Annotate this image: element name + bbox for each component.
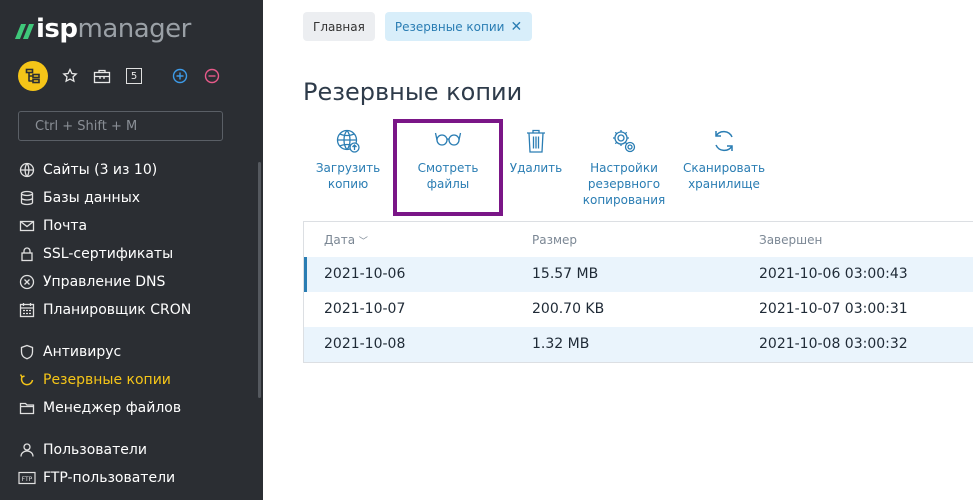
logo[interactable]: isp manager [14,14,192,44]
folder-icon [18,399,36,417]
backup-icon [18,371,36,389]
sidebar-item-backups[interactable]: Резервные копии [18,366,171,394]
menu-tree-button[interactable] [18,61,48,91]
table-header: Дата ﹀ Размер Завершен [304,222,973,256]
action-label-line2: хранилище [688,177,760,191]
cell-finished: 2021-10-06 03:00:43 [759,266,908,282]
delete-button[interactable]: Удалить [506,128,566,176]
sidebar-toolbar: 5 [18,61,222,91]
sidebar-item-label: FTP-пользователи [43,470,176,486]
ftp-icon: FTP [18,469,36,487]
column-header-label: Завершен [759,233,823,247]
sidebar-item-sites[interactable]: Сайты (3 из 10) [18,156,157,184]
action-label-line1: Смотреть [417,161,479,175]
sidebar-item-label: Планировщик CRON [43,302,192,318]
table-row[interactable]: 2021-10-07 200.70 KB 2021-10-07 03:00:31 [304,292,973,327]
cell-size: 200.70 KB [532,301,605,317]
cell-date: 2021-10-08 [324,336,406,352]
settings-icon [579,128,669,156]
breadcrumb-label: Резервные копии [394,19,505,34]
breadcrumb-label: Главная [313,19,365,34]
sidebar-item-cron[interactable]: Планировщик CRON [18,296,191,324]
action-label-line2: файлы [426,177,470,191]
upload-globe-icon [303,128,393,156]
shield-icon [18,343,36,361]
close-icon[interactable]: ✕ [510,20,522,34]
remove-circle-icon[interactable] [202,66,222,86]
scan-storage-button[interactable]: Сканировать хранилище [679,128,769,192]
menu-search-input[interactable] [18,111,223,141]
refresh-icon [679,128,769,156]
svg-text:FTP: FTP [22,476,33,483]
sidebar-item-label: Управление DNS [43,274,166,290]
cell-size: 15.57 MB [532,266,599,282]
sidebar-item-users[interactable]: Пользователи [18,436,147,464]
column-header-date[interactable]: Дата ﹀ [324,233,368,247]
counter-badge-icon[interactable]: 5 [124,66,144,86]
view-files-button[interactable]: Смотреть файлы [403,128,493,192]
sidebar-item-mail[interactable]: Почта [18,212,87,240]
sidebar-item-antivirus[interactable]: Антивирус [18,338,121,366]
cell-size: 1.32 MB [532,336,590,352]
tree-icon [25,68,40,84]
sidebar-item-label: SSL-сертификаты [43,246,174,262]
globe-icon [18,161,36,179]
main-content: Главная Резервные копии ✕ Резервные копии… [263,0,973,500]
sidebar: ispmanager 5 Сайты (3 из 10) [0,0,263,500]
action-label-line1: Удалить [509,161,563,175]
action-label-line3: копирования [582,193,666,207]
trash-icon [506,128,566,156]
sidebar-item-databases[interactable]: Базы данных [18,184,140,212]
sidebar-item-label: Резервные копии [43,372,171,388]
table-row[interactable]: 2021-10-08 1.32 MB 2021-10-08 03:00:32 [304,327,973,362]
mail-icon [18,217,36,235]
sidebar-item-label: Сайты (3 из 10) [43,162,158,178]
breadcrumb: Главная Резервные копии ✕ [303,12,533,41]
action-label-line1: Сканировать [682,161,766,175]
logo-manager-text: manager [77,14,192,44]
breadcrumb-backups[interactable]: Резервные копии ✕ [384,12,533,41]
sidebar-scrollbar[interactable] [258,162,261,398]
sidebar-item-dns[interactable]: Управление DNS [18,268,165,296]
add-circle-icon[interactable] [170,66,190,86]
table-row[interactable]: 2021-10-06 15.57 MB 2021-10-06 03:00:43 [304,257,973,292]
sidebar-item-ftp-users[interactable]: FTP FTP-пользователи [18,464,175,492]
lock-icon [18,245,36,263]
logo-mark-icon [14,23,35,39]
logo-isp-text: isp [36,14,78,44]
briefcase-icon[interactable] [92,66,112,86]
sidebar-item-label: Базы данных [43,190,141,206]
cell-date: 2021-10-06 [324,266,406,282]
action-label-line1: Настройки [590,161,658,175]
database-icon [18,189,36,207]
glasses-icon [403,128,493,156]
backup-settings-button[interactable]: Настройки резервного копирования [579,128,669,208]
sort-chevron-down-icon: ﹀ [358,237,368,247]
column-header-finished[interactable]: Завершен [759,233,822,247]
user-icon [18,441,36,459]
sidebar-item-ssl[interactable]: SSL-сертификаты [18,240,173,268]
counter-badge: 5 [126,68,142,84]
column-header-size[interactable]: Размер [532,233,577,247]
sidebar-item-label: Менеджер файлов [43,400,182,416]
sidebar-item-label: Антивирус [43,344,122,360]
calendar-icon [18,301,36,319]
sidebar-item-label: Пользователи [43,442,147,458]
cell-date: 2021-10-07 [324,301,406,317]
action-label-line2: копию [327,177,369,191]
favorites-star-icon[interactable] [60,66,80,86]
cell-finished: 2021-10-07 03:00:31 [759,301,908,317]
backups-table: Дата ﹀ Размер Завершен 2021-10-06 15.57 … [303,221,973,363]
column-header-label: Дата [324,233,356,247]
column-header-label: Размер [532,233,578,247]
dns-icon [18,273,36,291]
sidebar-item-label: Почта [43,218,88,234]
upload-backup-button[interactable]: Загрузить копию [303,128,393,192]
action-label-line2: резервного [587,177,661,191]
action-label-line1: Загрузить [315,161,381,175]
page-title: Резервные копии [303,78,523,106]
cell-finished: 2021-10-08 03:00:32 [759,336,908,352]
breadcrumb-home[interactable]: Главная [303,12,375,41]
sidebar-item-file-manager[interactable]: Менеджер файлов [18,394,181,422]
